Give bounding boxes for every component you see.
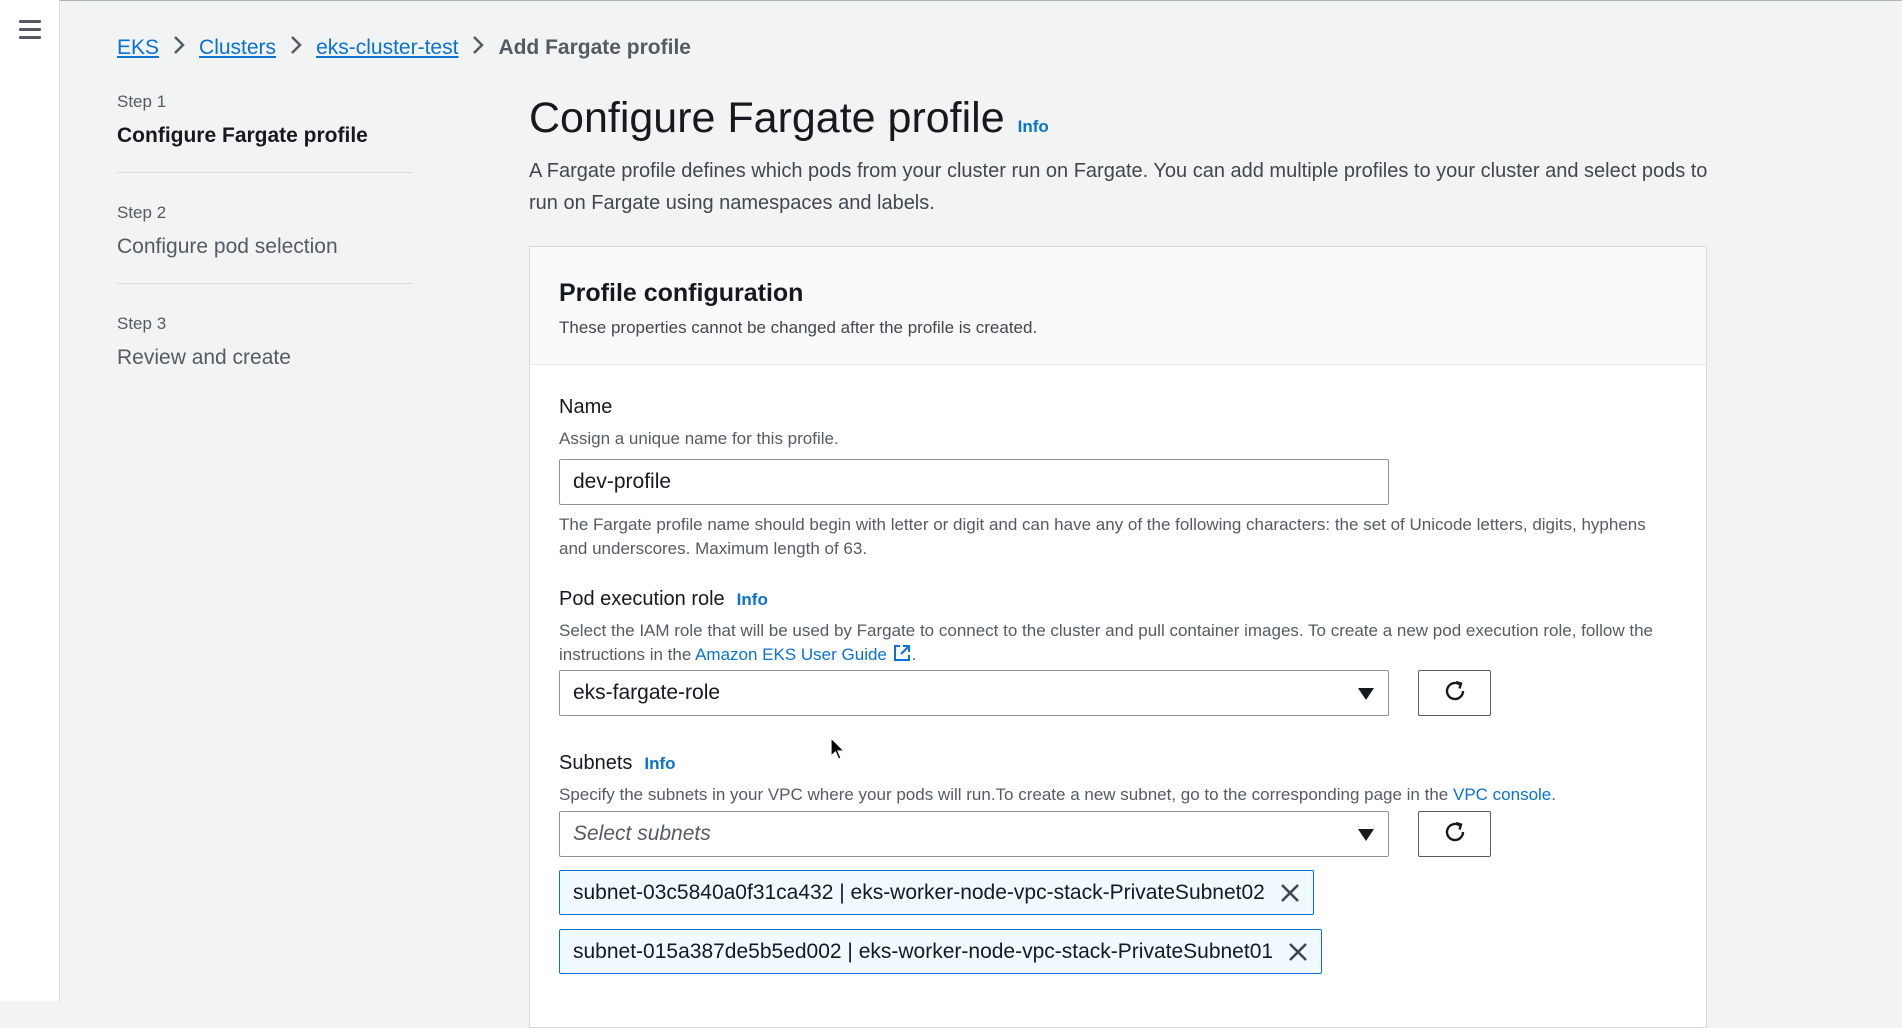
subnet-token: subnet-015a387de5b5ed002 | eks-worker-no… — [559, 929, 1323, 974]
refresh-roles-button[interactable] — [1418, 670, 1491, 716]
wizard-step-2[interactable]: Step 2 Configure pod selection — [117, 203, 412, 284]
step-title: Review and create — [117, 346, 291, 369]
name-input[interactable]: dev-profile — [559, 459, 1389, 505]
breadcrumb-cluster-link[interactable]: eks-cluster-test — [316, 36, 458, 60]
wizard-steps: Step 1 Configure Fargate profile Step 2 … — [117, 92, 412, 424]
side-navigation-rail — [0, 0, 60, 1001]
container-subtitle: These properties cannot be changed after… — [559, 318, 1038, 337]
pod-execution-role-label: Pod execution role — [559, 588, 725, 610]
name-field: Name Assign a unique name for this profi… — [559, 396, 1669, 561]
subnets-info-link[interactable]: Info — [644, 754, 675, 774]
pod-execution-role-select-row: eks-fargate-role — [559, 670, 1389, 716]
page-info-link[interactable]: Info — [1018, 117, 1049, 137]
wizard-step-1[interactable]: Step 1 Configure Fargate profile — [117, 92, 412, 173]
step-number: Step 1 — [117, 92, 167, 111]
hamburger-menu-icon[interactable] — [19, 20, 41, 40]
refresh-icon — [1442, 819, 1468, 850]
caret-down-icon — [1358, 688, 1374, 700]
chevron-right-icon — [173, 35, 185, 61]
mouse-cursor-icon — [830, 736, 846, 766]
subnet-token: subnet-03c5840a0f31ca432 | eks-worker-no… — [559, 870, 1314, 915]
subnets-select-placeholder: Select subnets — [573, 822, 711, 845]
help-text-suffix: . — [911, 645, 917, 664]
page-title: Configure Fargate profile — [529, 94, 1005, 142]
eks-user-guide-link-text: Amazon EKS User Guide — [695, 645, 887, 664]
chevron-right-icon — [290, 35, 302, 61]
page-description: A Fargate profile defines which pods fro… — [529, 160, 1708, 214]
page-header: Configure Fargate profile Info A Fargate… — [529, 94, 1707, 219]
help-text-prefix: Specify the subnets in your VPC where yo… — [559, 785, 1453, 804]
chevron-right-icon — [472, 35, 485, 61]
step-number: Step 3 — [117, 314, 167, 333]
pod-execution-role-help-text: Select the IAM role that will be used by… — [559, 619, 1669, 667]
subnets-help-text: Specify the subnets in your VPC where yo… — [559, 783, 1556, 807]
subnets-field: Subnets Info Specify the subnets in your… — [559, 752, 1556, 807]
pod-execution-role-info-link[interactable]: Info — [737, 590, 768, 610]
pod-execution-role-field: Pod execution role Info Select the IAM r… — [559, 588, 1669, 667]
name-help-text: Assign a unique name for this profile. — [559, 429, 839, 448]
vpc-console-link[interactable]: VPC console — [1453, 785, 1551, 804]
breadcrumb-eks-link[interactable]: EKS — [117, 36, 159, 60]
subnet-token-label: subnet-015a387de5b5ed002 | eks-worker-no… — [573, 939, 1274, 963]
subnets-select-row: Select subnets — [559, 811, 1389, 857]
external-link-icon — [892, 645, 912, 664]
container-header: Profile configuration These properties c… — [530, 247, 1706, 365]
name-constraint-text: The Fargate profile name should begin wi… — [559, 515, 1646, 558]
breadcrumb-clusters-link[interactable]: Clusters — [199, 36, 276, 60]
subnets-label: Subnets — [559, 752, 633, 774]
breadcrumb: EKS Clusters eks-cluster-test Add Fargat… — [117, 33, 691, 63]
eks-user-guide-link[interactable]: Amazon EKS User Guide — [695, 645, 912, 664]
name-label: Name — [559, 396, 613, 418]
wizard-step-3[interactable]: Step 3 Review and create — [117, 314, 412, 394]
subnet-token-label: subnet-03c5840a0f31ca432 | eks-worker-no… — [573, 880, 1265, 904]
page-title-row: Configure Fargate profile Info — [529, 94, 1705, 143]
breadcrumb-current: Add Fargate profile — [498, 36, 691, 59]
refresh-icon — [1442, 678, 1468, 709]
step-title: Configure Fargate profile — [117, 124, 368, 147]
step-number: Step 2 — [117, 203, 167, 222]
close-icon[interactable] — [1287, 941, 1309, 963]
subnets-select[interactable]: Select subnets — [559, 811, 1389, 857]
pod-execution-role-select[interactable]: eks-fargate-role — [559, 670, 1389, 716]
caret-down-icon — [1358, 829, 1374, 841]
name-input-value: dev-profile — [573, 470, 672, 493]
container-title: Profile configuration — [559, 279, 804, 307]
pod-execution-role-selected-value: eks-fargate-role — [573, 681, 721, 704]
help-text-suffix: . — [1551, 785, 1556, 804]
top-border — [0, 0, 1902, 1]
step-title: Configure pod selection — [117, 235, 338, 258]
profile-configuration-container: Profile configuration These properties c… — [529, 246, 1707, 1028]
refresh-subnets-button[interactable] — [1418, 811, 1491, 857]
close-icon[interactable] — [1279, 882, 1301, 904]
